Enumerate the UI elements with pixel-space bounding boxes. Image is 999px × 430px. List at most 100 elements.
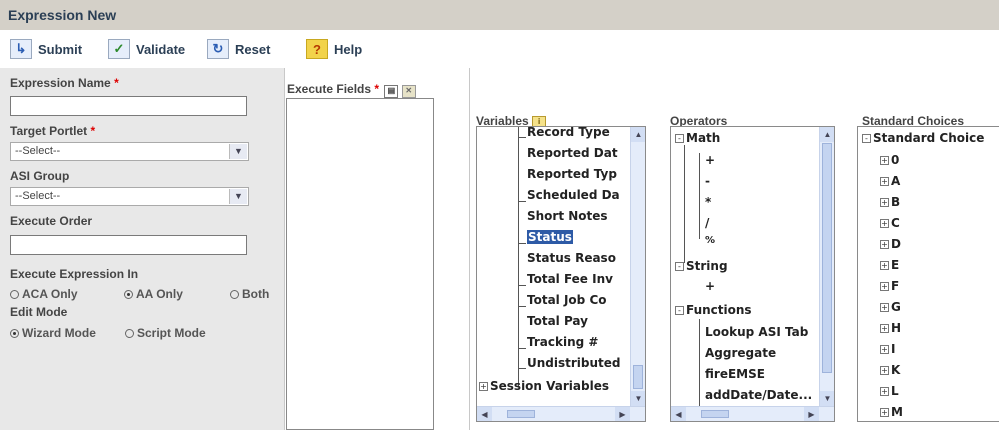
var-item-status[interactable]: Status xyxy=(527,230,573,244)
help-icon: ? xyxy=(306,39,328,59)
radio-icon xyxy=(230,289,239,299)
var-item-tracking[interactable]: Tracking # xyxy=(527,335,598,349)
expand-icon[interactable]: + xyxy=(880,219,889,228)
scroll-left-icon[interactable]: ◀ xyxy=(671,407,686,421)
std-item-k[interactable]: + K xyxy=(880,363,900,377)
scroll-up-icon[interactable]: ▲ xyxy=(631,127,645,142)
radio-both[interactable]: Both xyxy=(230,287,269,301)
expand-icon[interactable]: + xyxy=(880,282,889,291)
expand-icon[interactable]: + xyxy=(880,366,889,375)
scroll-right-icon[interactable]: ▶ xyxy=(804,407,819,421)
var-item-record-type[interactable]: Record Type xyxy=(527,127,610,139)
std-item-b[interactable]: + B xyxy=(880,195,900,209)
var-item-undistributed[interactable]: Undistributed xyxy=(527,356,621,370)
expression-name-input[interactable] xyxy=(10,96,247,116)
expand-icon[interactable]: + xyxy=(880,345,889,354)
op-minus[interactable]: - xyxy=(705,174,710,188)
std-item-0[interactable]: +0 xyxy=(880,153,899,167)
std-item-h[interactable]: + H xyxy=(880,321,901,335)
chevron-down-icon[interactable]: ▼ xyxy=(229,144,247,159)
operators-hscrollbar[interactable]: ◀ ▶ xyxy=(671,406,834,421)
expand-icon[interactable]: + xyxy=(880,261,889,270)
std-item-e[interactable]: + E xyxy=(880,258,899,272)
variables-vscrollbar[interactable]: ▲ ▼ xyxy=(630,127,645,406)
operators-vscrollbar[interactable]: ▲ ▼ xyxy=(819,127,834,406)
expand-icon[interactable]: + xyxy=(880,177,889,186)
scroll-thumb[interactable] xyxy=(822,143,832,373)
op-string[interactable]: - String xyxy=(675,259,728,273)
scroll-hthumb[interactable] xyxy=(701,410,729,418)
op-plus[interactable]: + xyxy=(705,153,715,167)
expand-icon[interactable]: + xyxy=(880,324,889,333)
var-item-reported-date[interactable]: Reported Dat xyxy=(527,146,618,160)
expand-icon[interactable]: + xyxy=(880,408,889,417)
expand-icon[interactable]: + xyxy=(880,198,889,207)
collapse-icon[interactable]: - xyxy=(675,262,684,271)
expand-icon[interactable]: + xyxy=(880,303,889,312)
scroll-thumb[interactable] xyxy=(633,365,643,389)
var-item-short-notes[interactable]: Short Notes xyxy=(527,209,608,223)
std-item-i[interactable]: + I xyxy=(880,342,895,356)
op-divide[interactable]: / xyxy=(705,216,709,230)
reset-icon: ↻ xyxy=(207,39,229,59)
chevron-down-icon[interactable]: ▼ xyxy=(229,189,247,204)
scroll-right-icon[interactable]: ▶ xyxy=(615,407,630,421)
scroll-up-icon[interactable]: ▲ xyxy=(820,127,834,142)
reset-button[interactable]: ↻ Reset xyxy=(207,38,270,60)
std-item-g[interactable]: + G xyxy=(880,300,901,314)
std-item-a[interactable]: + A xyxy=(880,174,900,188)
standard-choices-tree[interactable]: - Standard Choice +0 + A + B + C + D + E + F + G… xyxy=(857,126,999,422)
radio-aa-only[interactable]: AA Only xyxy=(124,287,183,301)
op-aggregate[interactable]: Aggregate xyxy=(705,346,776,360)
target-portlet-select[interactable]: --Select-- ▼ xyxy=(10,142,249,161)
scroll-down-icon[interactable]: ▼ xyxy=(631,391,645,406)
std-item-c[interactable]: + C xyxy=(880,216,900,230)
scroll-left-icon[interactable]: ◀ xyxy=(477,407,492,421)
scroll-hthumb[interactable] xyxy=(507,410,535,418)
var-item-total-pay[interactable]: Total Pay xyxy=(527,314,588,328)
var-item-total-job-cost[interactable]: Total Job Co xyxy=(527,293,607,307)
radio-wizard-mode[interactable]: Wizard Mode xyxy=(10,326,96,340)
radio-aca-only[interactable]: ACA Only xyxy=(10,287,78,301)
collapse-icon[interactable]: - xyxy=(862,134,871,143)
std-root[interactable]: - Standard Choice xyxy=(862,131,984,145)
op-multiply[interactable]: * xyxy=(705,195,711,209)
radio-script-mode[interactable]: Script Mode xyxy=(125,326,206,340)
collapse-icon[interactable]: - xyxy=(675,134,684,143)
collapse-icon[interactable]: - xyxy=(675,306,684,315)
variables-hscrollbar[interactable]: ◀ ▶ xyxy=(477,406,645,421)
operators-tree[interactable]: - Math + - * / % - String + - Functions Loo… xyxy=(670,126,835,422)
std-item-f[interactable]: + F xyxy=(880,279,899,293)
execute-order-input[interactable] xyxy=(10,235,247,255)
var-item-status-reason[interactable]: Status Reaso xyxy=(527,251,616,265)
op-adddate[interactable]: addDate/Date... xyxy=(705,388,812,402)
std-item-l[interactable]: + L xyxy=(880,384,899,398)
expand-icon[interactable]: + xyxy=(880,156,889,165)
expand-icon[interactable]: + xyxy=(479,382,488,391)
execute-in-label: Execute Expression In xyxy=(10,267,139,281)
validate-button[interactable]: ✓ Validate xyxy=(108,38,185,60)
std-item-d[interactable]: + D xyxy=(880,237,901,251)
op-functions[interactable]: - Functions xyxy=(675,303,752,317)
expand-icon[interactable]: + xyxy=(880,387,889,396)
expand-icon[interactable]: + xyxy=(880,240,889,249)
field-add-icon[interactable]: ▤ xyxy=(384,85,399,98)
op-fireemse[interactable]: fireEMSE xyxy=(705,367,765,381)
edit-mode-label: Edit Mode xyxy=(10,305,68,319)
var-session-variables[interactable]: + Session Variables xyxy=(479,379,609,393)
variables-tree[interactable]: Record Type Reported Dat Reported Typ Sc… xyxy=(476,126,646,422)
op-lookup-asi[interactable]: Lookup ASI Tab xyxy=(705,325,808,339)
var-item-total-fee[interactable]: Total Fee Inv xyxy=(527,272,613,286)
help-button[interactable]: ? Help xyxy=(306,38,362,60)
execute-fields-list[interactable] xyxy=(286,98,434,430)
op-modulo[interactable]: % xyxy=(705,235,715,246)
op-string-plus[interactable]: + xyxy=(705,279,715,293)
var-item-scheduled-date[interactable]: Scheduled Da xyxy=(527,188,620,202)
std-item-m[interactable]: + M xyxy=(880,405,903,419)
submit-button[interactable]: ↳ Submit xyxy=(10,38,82,60)
op-math[interactable]: - Math xyxy=(675,131,720,145)
asi-group-select[interactable]: --Select-- ▼ xyxy=(10,187,249,206)
field-delete-icon[interactable]: ✕ xyxy=(401,85,416,98)
scroll-down-icon[interactable]: ▼ xyxy=(820,391,834,406)
var-item-reported-type[interactable]: Reported Typ xyxy=(527,167,617,181)
